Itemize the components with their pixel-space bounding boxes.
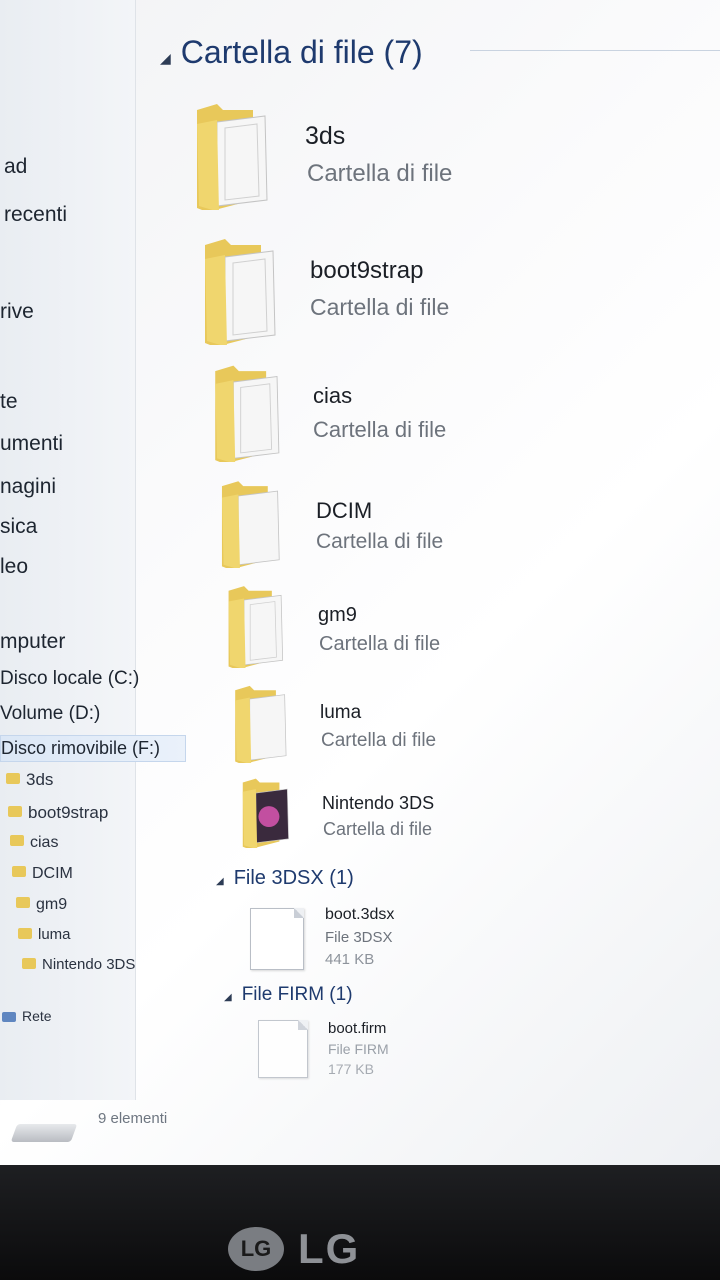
item-name: 3ds bbox=[305, 122, 346, 150]
explorer-window: ad recenti rive te umenti nagini sica le… bbox=[0, 0, 720, 1165]
item-name: cias bbox=[313, 383, 353, 408]
nav-item-drive-d[interactable]: Volume (D:) bbox=[0, 703, 100, 725]
nav-subitem-label: 3ds bbox=[26, 770, 54, 789]
nav-item-music[interactable]: sica bbox=[0, 515, 37, 539]
item-type: File 3DSX bbox=[325, 929, 393, 946]
nav-item-videos[interactable]: leo bbox=[0, 555, 28, 579]
item-name: boot.3dsx bbox=[325, 906, 395, 923]
nav-subitem-label: gm9 bbox=[36, 896, 68, 913]
folder-icon bbox=[12, 866, 26, 878]
item-size: 441 KB bbox=[325, 951, 375, 968]
navigation-pane[interactable]: ad recenti rive te umenti nagini sica le… bbox=[0, 0, 186, 1100]
folder-icon bbox=[203, 235, 278, 347]
nav-subitem-nintendo3ds[interactable]: Nintendo 3DS bbox=[22, 956, 135, 973]
item-type: Cartella di file bbox=[316, 530, 444, 553]
folder-icon bbox=[195, 100, 270, 212]
collapse-triangle-icon[interactable]: ◢ bbox=[224, 992, 232, 1003]
nav-item-recent[interactable]: recenti bbox=[4, 203, 67, 227]
item-name: Nintendo 3DS bbox=[322, 793, 435, 813]
nav-subitem-cias[interactable]: cias bbox=[10, 834, 58, 852]
nav-item-download[interactable]: ad bbox=[4, 155, 27, 179]
nav-item-pictures[interactable]: nagini bbox=[0, 475, 56, 499]
item-type: Cartella di file bbox=[319, 633, 441, 655]
brand-logo: LG LG bbox=[228, 1225, 360, 1273]
group-divider bbox=[470, 50, 720, 51]
group-header-3dsx[interactable]: ◢ File 3DSX (1) bbox=[216, 867, 354, 890]
folder-icon bbox=[16, 897, 30, 909]
item-size: 177 KB bbox=[328, 1061, 374, 1077]
lg-logo-icon: LG bbox=[228, 1227, 284, 1271]
collapse-triangle-icon[interactable]: ◢ bbox=[160, 50, 171, 66]
folder-icon bbox=[225, 583, 287, 670]
folder-icon bbox=[18, 927, 32, 939]
folder-icon bbox=[210, 362, 285, 464]
file-icon bbox=[250, 908, 304, 970]
folder-icon bbox=[10, 835, 24, 847]
group-header-folders[interactable]: ◢ Cartella di file (7) bbox=[160, 34, 423, 71]
nav-subitem-label: Nintendo 3DS bbox=[42, 956, 136, 973]
item-type: Cartella di file bbox=[310, 294, 450, 320]
nav-subitem-dcim[interactable]: DCIM bbox=[12, 865, 73, 883]
file-icon bbox=[258, 1020, 308, 1078]
item-name: gm9 bbox=[318, 604, 357, 626]
folder-icon bbox=[6, 773, 20, 785]
folder-icon bbox=[236, 776, 296, 850]
group-header-firm[interactable]: ◢ File FIRM (1) bbox=[224, 984, 353, 1006]
group-header-label: Cartella di file (7) bbox=[180, 34, 423, 70]
folder-icon bbox=[230, 683, 292, 765]
nav-subitem-label: DCIM bbox=[32, 865, 73, 882]
nav-item-network[interactable]: Rete bbox=[2, 1008, 52, 1024]
nav-network-label: Rete bbox=[22, 1008, 52, 1024]
collapse-triangle-icon[interactable]: ◢ bbox=[216, 876, 224, 887]
item-type: Cartella di file bbox=[313, 417, 447, 442]
nav-subitem-3ds[interactable]: 3ds bbox=[6, 770, 53, 790]
nav-item-drive-c[interactable]: Disco locale (C:) bbox=[0, 668, 139, 690]
status-item-count: 9 elementi bbox=[98, 1110, 168, 1127]
nav-subitem-boot9strap[interactable]: boot9strap bbox=[8, 803, 108, 823]
folder-icon bbox=[8, 806, 22, 818]
removable-drive-icon bbox=[10, 1124, 78, 1142]
item-type: Cartella di file bbox=[321, 730, 437, 751]
item-name: DCIM bbox=[316, 498, 373, 523]
network-icon bbox=[2, 1012, 16, 1023]
folder-icon bbox=[22, 957, 36, 969]
nav-item-computer[interactable]: mputer bbox=[0, 630, 65, 654]
nav-item-drive-f[interactable]: Disco rimovibile (F:) bbox=[0, 735, 186, 762]
nav-subitem-label: boot9strap bbox=[28, 803, 109, 822]
nav-subitem-label: cias bbox=[30, 834, 59, 851]
item-name: boot9strap bbox=[310, 257, 424, 284]
nav-subitem-luma[interactable]: luma bbox=[18, 926, 71, 943]
brand-text: LG bbox=[298, 1225, 361, 1272]
item-type: File FIRM bbox=[328, 1041, 389, 1057]
item-type: Cartella di file bbox=[323, 819, 433, 839]
item-type: Cartella di file bbox=[307, 160, 453, 187]
nav-item-drive[interactable]: rive bbox=[0, 300, 34, 324]
group-header-label: File 3DSX (1) bbox=[233, 867, 354, 889]
group-header-label: File FIRM (1) bbox=[241, 984, 353, 1005]
item-name: luma bbox=[320, 702, 362, 723]
folder-icon bbox=[217, 478, 285, 570]
nav-item-documents[interactable]: umenti bbox=[0, 432, 63, 456]
nav-subitem-gm9[interactable]: gm9 bbox=[16, 896, 67, 914]
item-name: boot.firm bbox=[328, 1020, 387, 1037]
nav-subitem-label: luma bbox=[38, 926, 71, 943]
nav-item-libraries[interactable]: te bbox=[0, 390, 18, 414]
